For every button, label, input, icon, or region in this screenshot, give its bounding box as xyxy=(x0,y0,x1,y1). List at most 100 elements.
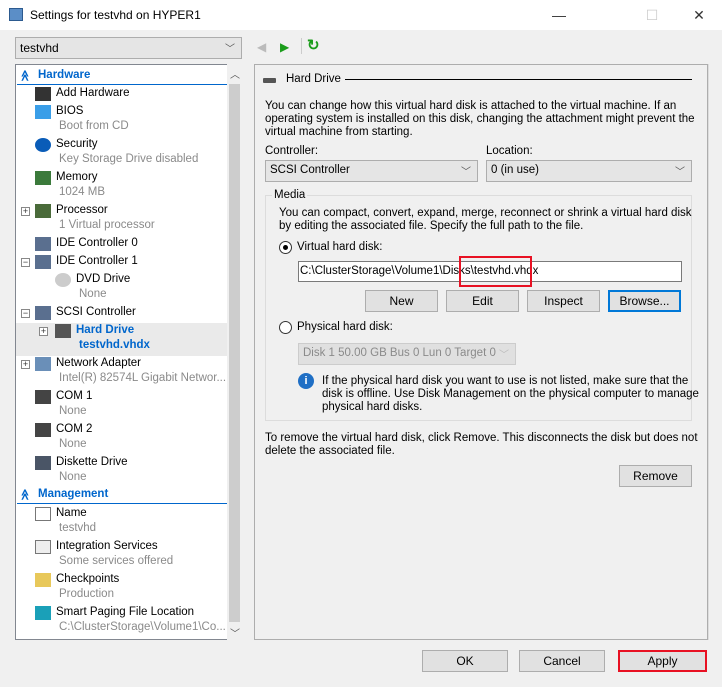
chevron-down-icon: ﹀ xyxy=(499,350,509,361)
tree-item-name[interactable]: Name testvhd xyxy=(16,506,227,539)
tree-item-bios[interactable]: BIOS Boot from CD xyxy=(16,104,227,137)
tree-item-add-hardware[interactable]: Add Hardware xyxy=(16,86,227,104)
tree-item-label: IDE Controller 1 xyxy=(56,255,138,267)
tree-item-dvd-drive[interactable]: DVD Drive None xyxy=(16,272,227,305)
checkpoints-icon xyxy=(35,573,51,587)
physical-disk-select[interactable]: Disk 1 50.00 GB Bus 0 Lun 0 Target 0 ﹀ xyxy=(298,343,516,365)
tree-item-detail: Some services offered xyxy=(59,555,174,567)
tree-item-integration-services[interactable]: Integration Services Some services offere… xyxy=(16,539,227,572)
description-line: operating system is installed on this di… xyxy=(265,113,695,125)
expand-icon[interactable]: + xyxy=(39,327,48,336)
tree-item-detail: testvhd.vhdx xyxy=(79,339,150,351)
tree-item-com-2[interactable]: COM 2 None xyxy=(16,422,227,455)
remove-text: delete the associated file. xyxy=(265,445,395,457)
tree-item-label: Network Adapter xyxy=(56,357,142,369)
collapse-icon[interactable]: − xyxy=(21,309,30,318)
tree-item-detail: testvhd xyxy=(59,522,97,534)
tree-item-label: Checkpoints xyxy=(56,573,120,585)
drive-icon xyxy=(263,78,276,83)
inspect-button[interactable]: Inspect xyxy=(527,290,600,312)
tree-scrollbar[interactable]: ︿ ﹀ xyxy=(227,64,242,640)
tree-item-scsi-controller[interactable]: − SCSI Controller xyxy=(16,305,227,323)
maximize-button[interactable]: ☐ xyxy=(629,0,675,30)
physical-hard-disk-radio[interactable] xyxy=(279,321,292,334)
browse-button[interactable]: Browse... xyxy=(608,290,681,312)
refresh-icon[interactable]: ↻ xyxy=(307,36,320,54)
expand-icon[interactable]: + xyxy=(21,360,30,369)
edit-button[interactable]: Edit xyxy=(446,290,519,312)
tree-item-label: Add Hardware xyxy=(56,87,130,99)
remove-button[interactable]: Remove xyxy=(619,465,692,487)
tree-item-diskette-drive[interactable]: Diskette Drive None xyxy=(16,455,227,488)
tree-item-label: Processor xyxy=(56,204,108,216)
tree-item-detail: Key Storage Drive disabled xyxy=(59,153,199,165)
chevron-down-icon: ﹀ xyxy=(675,167,685,178)
toolbar-divider xyxy=(301,38,302,54)
forward-arrow-icon[interactable]: ▶ xyxy=(280,40,289,54)
expand-icon[interactable]: + xyxy=(21,207,30,216)
section-header[interactable]: Management xyxy=(38,488,108,500)
title-bar: Settings for testvhd on HYPER1 — ☐ ✕ xyxy=(0,0,722,30)
tree-item-label: Integration Services xyxy=(56,540,158,552)
section-rule xyxy=(17,84,227,85)
section-collapse-icon[interactable]: ≪ xyxy=(18,70,31,82)
tree-item-smart-paging-file-location[interactable]: Smart Paging File Location C:\ClusterStor… xyxy=(16,605,227,638)
controller-select[interactable]: SCSI Controller ﹀ xyxy=(265,160,478,182)
tree-item-memory[interactable]: Memory 1024 MB xyxy=(16,170,227,203)
scsi-controller-icon xyxy=(35,306,51,320)
scroll-down-icon[interactable]: ﹀ xyxy=(230,625,240,640)
tree-item-label: DVD Drive xyxy=(76,273,131,285)
back-arrow-icon[interactable]: ◀ xyxy=(257,40,266,54)
scrollbar-thumb[interactable] xyxy=(229,84,240,622)
tree-item-network-adapter[interactable]: + Network Adapter Intel(R) 82574L Gigabit … xyxy=(16,356,227,389)
tree-item-ide-controller-1[interactable]: − IDE Controller 1 xyxy=(16,254,227,272)
chevron-down-icon: ﹀ xyxy=(461,167,471,178)
tree-item-label: COM 2 xyxy=(56,423,93,435)
collapse-icon[interactable]: − xyxy=(21,258,30,267)
ok-button[interactable]: OK xyxy=(422,650,508,672)
tree-item-label: Hard Drive xyxy=(76,324,135,336)
minimize-button[interactable]: — xyxy=(536,0,582,30)
location-value: 0 (in use) xyxy=(491,164,539,176)
network-adapter-icon xyxy=(35,357,51,371)
tree-item-detail: Intel(R) 82574L Gigabit Networ... xyxy=(59,372,227,384)
hard-drive-icon xyxy=(55,324,71,338)
close-button[interactable]: ✕ xyxy=(676,0,722,30)
tree-item-detail: None xyxy=(59,471,87,483)
media-text: by editing the associated file. Specify … xyxy=(279,220,584,232)
description-line: virtual machine from starting. xyxy=(265,126,413,138)
title-rule xyxy=(345,79,692,80)
tree-item-detail: C:\ClusterStorage\Volume1\Co... xyxy=(59,621,226,633)
panel-scrollbar[interactable] xyxy=(708,64,722,640)
cancel-button[interactable]: Cancel xyxy=(519,650,605,672)
new-button[interactable]: New xyxy=(365,290,438,312)
tree-item-hard-drive[interactable]: + Hard Drive testvhd.vhdx xyxy=(16,323,227,356)
section-header[interactable]: Hardware xyxy=(38,69,90,81)
virtual-hard-disk-radio[interactable] xyxy=(279,241,292,254)
tree-item-label: Diskette Drive xyxy=(56,456,128,468)
tree-item-com-1[interactable]: COM 1 None xyxy=(16,389,227,422)
vm-selector-value: testvhd xyxy=(20,41,59,55)
location-select[interactable]: 0 (in use) ﹀ xyxy=(486,160,692,182)
dvd-icon xyxy=(55,273,71,287)
scroll-up-icon[interactable]: ︿ xyxy=(230,66,240,81)
tree-item-security[interactable]: Security Key Storage Drive disabled xyxy=(16,137,227,170)
tree-item-label: BIOS xyxy=(56,105,84,117)
tree-item-checkpoints[interactable]: Checkpoints Production xyxy=(16,572,227,605)
tree-item-processor[interactable]: + Processor 1 Virtual processor xyxy=(16,203,227,236)
tree-item-ide-controller-0[interactable]: IDE Controller 0 xyxy=(16,236,227,254)
apply-button[interactable]: Apply xyxy=(618,650,707,672)
media-text: You can compact, convert, expand, merge,… xyxy=(279,207,692,219)
section-collapse-icon[interactable]: ≪ xyxy=(18,489,31,501)
add-hardware-icon xyxy=(35,87,51,101)
ide-controller-icon xyxy=(35,255,51,269)
tree-item-label: Security xyxy=(56,138,98,150)
section-rule xyxy=(17,503,227,504)
processor-icon xyxy=(35,204,51,218)
tree-item-detail: None xyxy=(79,288,107,300)
controller-label: Controller: xyxy=(265,145,319,157)
tree-item-detail: 1024 MB xyxy=(59,186,106,198)
vm-selector[interactable]: testvhd ﹀ xyxy=(15,37,242,59)
controller-value: SCSI Controller xyxy=(270,164,350,176)
tree-item-label: Memory xyxy=(56,171,98,183)
